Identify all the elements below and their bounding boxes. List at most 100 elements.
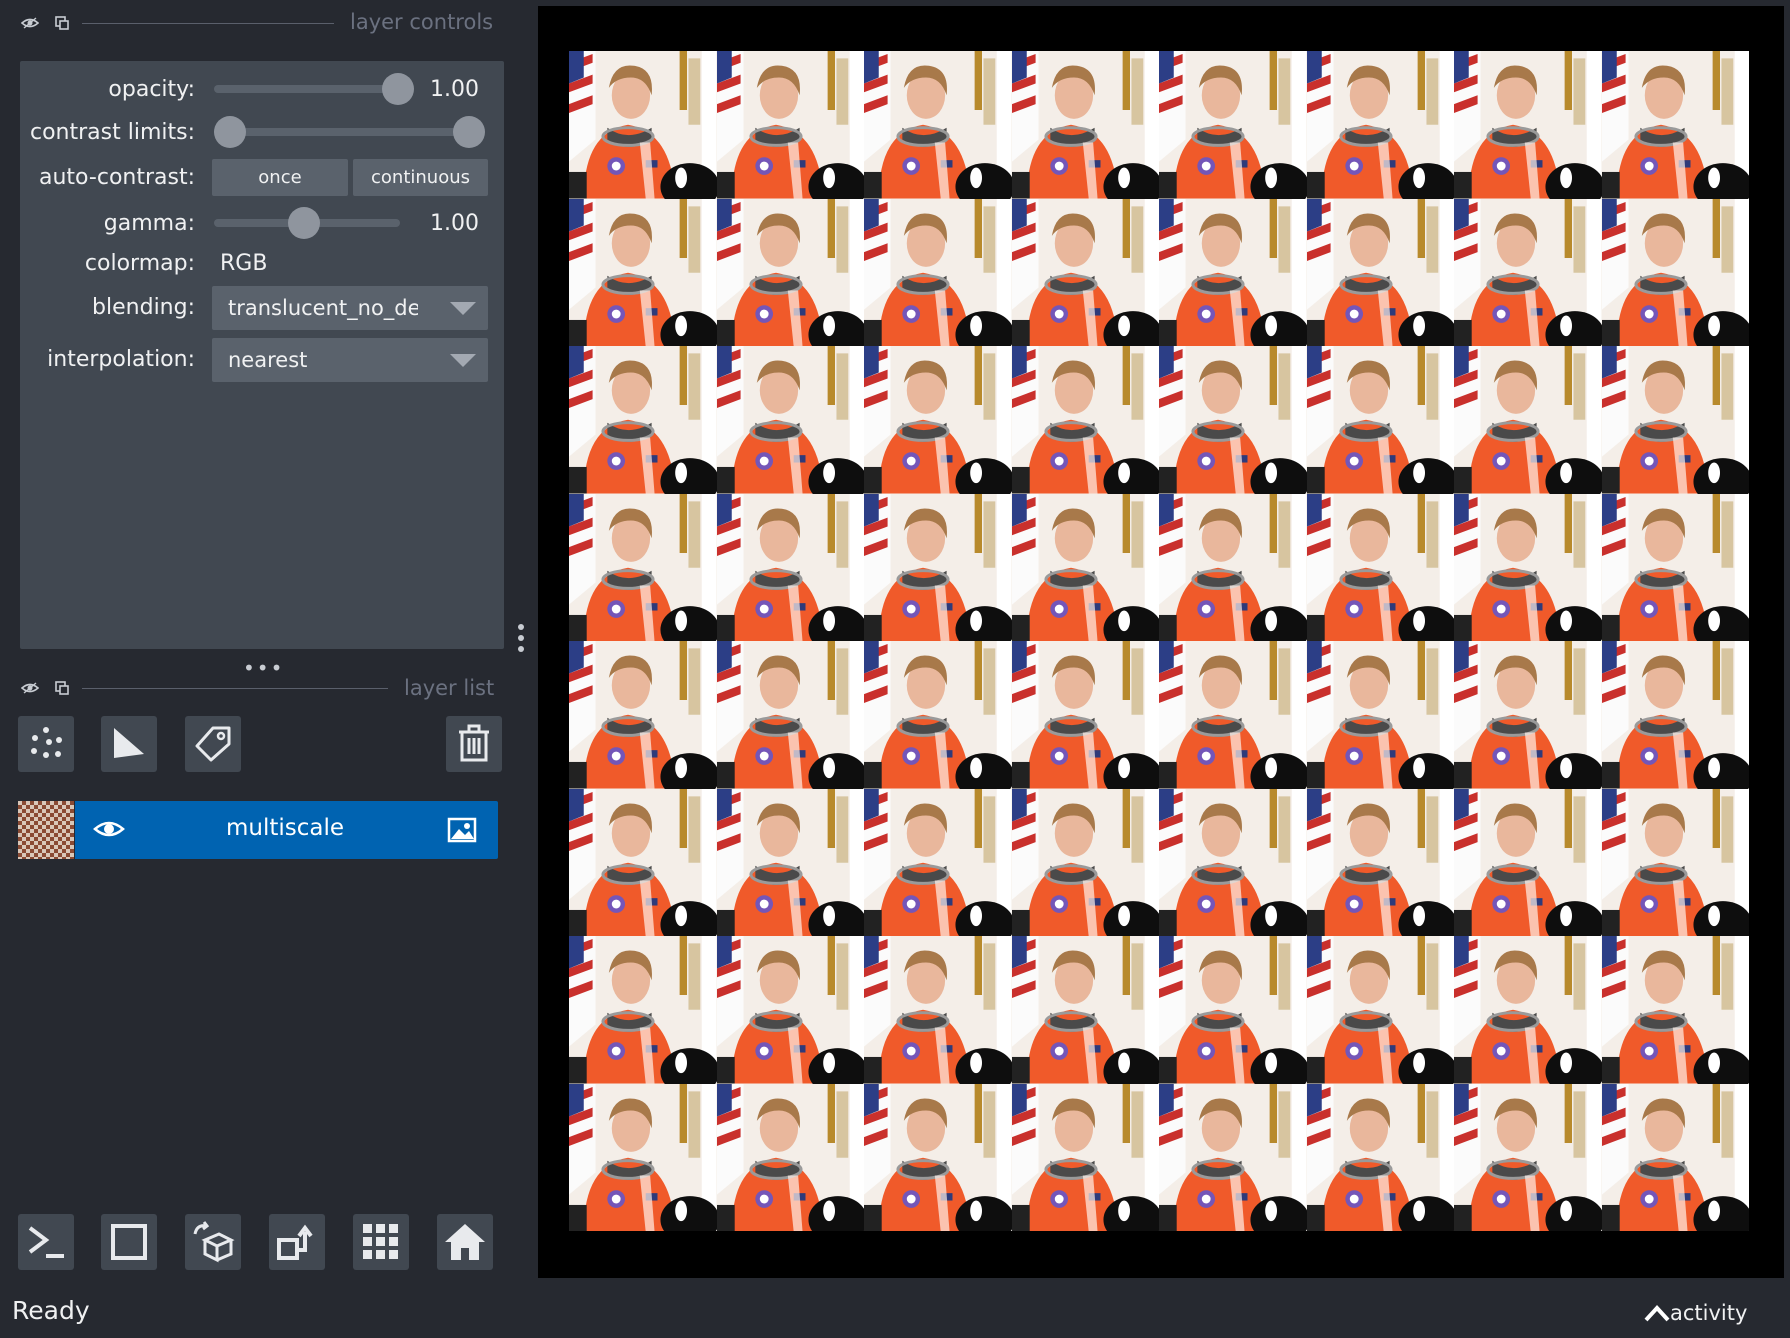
colormap-label: colormap: xyxy=(84,251,195,276)
home-icon xyxy=(445,1224,485,1260)
auto-contrast-continuous-button[interactable]: continuous xyxy=(353,159,488,196)
image-tile xyxy=(1454,493,1602,641)
image-tile xyxy=(1601,788,1749,936)
contrast-min-handle[interactable] xyxy=(214,116,246,148)
image-tile xyxy=(716,936,864,1084)
image-tile xyxy=(716,346,864,494)
header-divider xyxy=(82,688,388,689)
image-tile xyxy=(864,1083,1012,1231)
image-tile xyxy=(864,493,1012,641)
image-tile-grid xyxy=(569,51,1749,1231)
layer-visibility-toggle[interactable] xyxy=(93,817,125,845)
image-tile xyxy=(1306,493,1454,641)
image-tile xyxy=(1601,198,1749,346)
trash-icon xyxy=(459,724,489,762)
image-tile xyxy=(1159,51,1307,199)
image-tile xyxy=(1454,1083,1602,1231)
eye-icon xyxy=(93,821,125,837)
image-tile xyxy=(1601,641,1749,789)
auto-contrast-once-button[interactable]: once xyxy=(212,159,348,196)
visibility-toggle-icon[interactable] xyxy=(19,12,41,34)
image-tile xyxy=(1454,346,1602,494)
image-tile xyxy=(716,641,864,789)
image-tile xyxy=(864,936,1012,1084)
image-tile xyxy=(1454,936,1602,1084)
image-tile xyxy=(1011,788,1159,936)
vertical-splitter-handle[interactable] xyxy=(518,624,526,652)
image-tile xyxy=(1454,198,1602,346)
image-tile xyxy=(1601,346,1749,494)
visibility-toggle-icon[interactable] xyxy=(19,677,41,699)
opacity-slider-handle[interactable] xyxy=(382,73,414,105)
gamma-value: 1.00 xyxy=(430,211,479,236)
image-tile xyxy=(569,1083,717,1231)
image-tile xyxy=(1011,936,1159,1084)
image-tile xyxy=(864,788,1012,936)
image-tile xyxy=(569,346,717,494)
blending-dropdown[interactable]: translucent_no_depth xyxy=(212,286,488,330)
image-tile xyxy=(1306,936,1454,1084)
tag-icon xyxy=(195,726,231,762)
reset-view-button[interactable] xyxy=(437,1214,493,1270)
image-tile xyxy=(1159,788,1307,936)
image-tile xyxy=(1601,493,1749,641)
image-tile xyxy=(1454,641,1602,789)
image-tile xyxy=(1159,1083,1307,1231)
new-labels-layer-button[interactable] xyxy=(185,716,241,772)
image-tile xyxy=(864,346,1012,494)
image-tile xyxy=(1159,346,1307,494)
opacity-slider[interactable] xyxy=(214,85,400,93)
image-tile xyxy=(1454,788,1602,936)
transpose-dims-button[interactable] xyxy=(269,1214,325,1270)
image-tile xyxy=(1011,51,1159,199)
layer-type-indicator xyxy=(447,817,477,847)
image-tile xyxy=(1306,788,1454,936)
chevron-down-icon xyxy=(450,354,476,367)
chevron-down-icon xyxy=(450,302,476,315)
viewer-canvas[interactable] xyxy=(538,6,1784,1278)
new-points-layer-button[interactable] xyxy=(18,716,74,772)
image-tile xyxy=(1011,1083,1159,1231)
status-text: Ready xyxy=(12,1296,90,1325)
float-panel-icon[interactable] xyxy=(51,12,73,34)
square-icon xyxy=(111,1224,147,1260)
image-tile xyxy=(864,51,1012,199)
layer-list-title: layer list xyxy=(404,676,495,700)
gamma-slider-handle[interactable] xyxy=(288,207,320,239)
image-tile xyxy=(1159,641,1307,789)
blending-value: translucent_no_depth xyxy=(228,296,418,320)
contrast-max-handle[interactable] xyxy=(453,116,485,148)
transpose-icon xyxy=(277,1224,313,1260)
interpolation-dropdown[interactable]: nearest xyxy=(212,338,488,382)
image-tile xyxy=(864,641,1012,789)
image-tile xyxy=(1011,346,1159,494)
console-button[interactable] xyxy=(18,1214,74,1270)
layer-list-item[interactable]: multiscale xyxy=(18,801,498,859)
opacity-value: 1.00 xyxy=(430,77,479,102)
interpolation-value: nearest xyxy=(228,348,308,372)
delete-layer-button[interactable] xyxy=(446,716,502,772)
chevron-up-icon xyxy=(1644,1305,1670,1322)
terminal-icon xyxy=(28,1226,64,1258)
image-tile xyxy=(1601,936,1749,1084)
image-tile xyxy=(1011,198,1159,346)
gamma-label: gamma: xyxy=(103,211,195,236)
contrast-limits-slider[interactable] xyxy=(214,128,480,136)
image-tile xyxy=(1601,51,1749,199)
image-tile xyxy=(716,788,864,936)
image-tile xyxy=(1306,641,1454,789)
new-shapes-layer-button[interactable] xyxy=(101,716,157,772)
image-tile xyxy=(569,493,717,641)
image-tile xyxy=(569,641,717,789)
activity-button[interactable]: activity xyxy=(1644,1299,1747,1327)
float-panel-icon[interactable] xyxy=(51,677,73,699)
horizontal-splitter-handle[interactable]: ••• xyxy=(243,656,284,680)
roll-dims-button[interactable] xyxy=(185,1214,241,1270)
layer-thumbnail xyxy=(18,801,74,859)
image-tile xyxy=(1306,198,1454,346)
grid-mode-button[interactable] xyxy=(353,1214,409,1270)
colormap-value: RGB xyxy=(220,251,268,276)
contrast-limits-label: contrast limits: xyxy=(30,120,195,145)
image-tile xyxy=(1306,1083,1454,1231)
toggle-ndisplay-button[interactable] xyxy=(101,1214,157,1270)
